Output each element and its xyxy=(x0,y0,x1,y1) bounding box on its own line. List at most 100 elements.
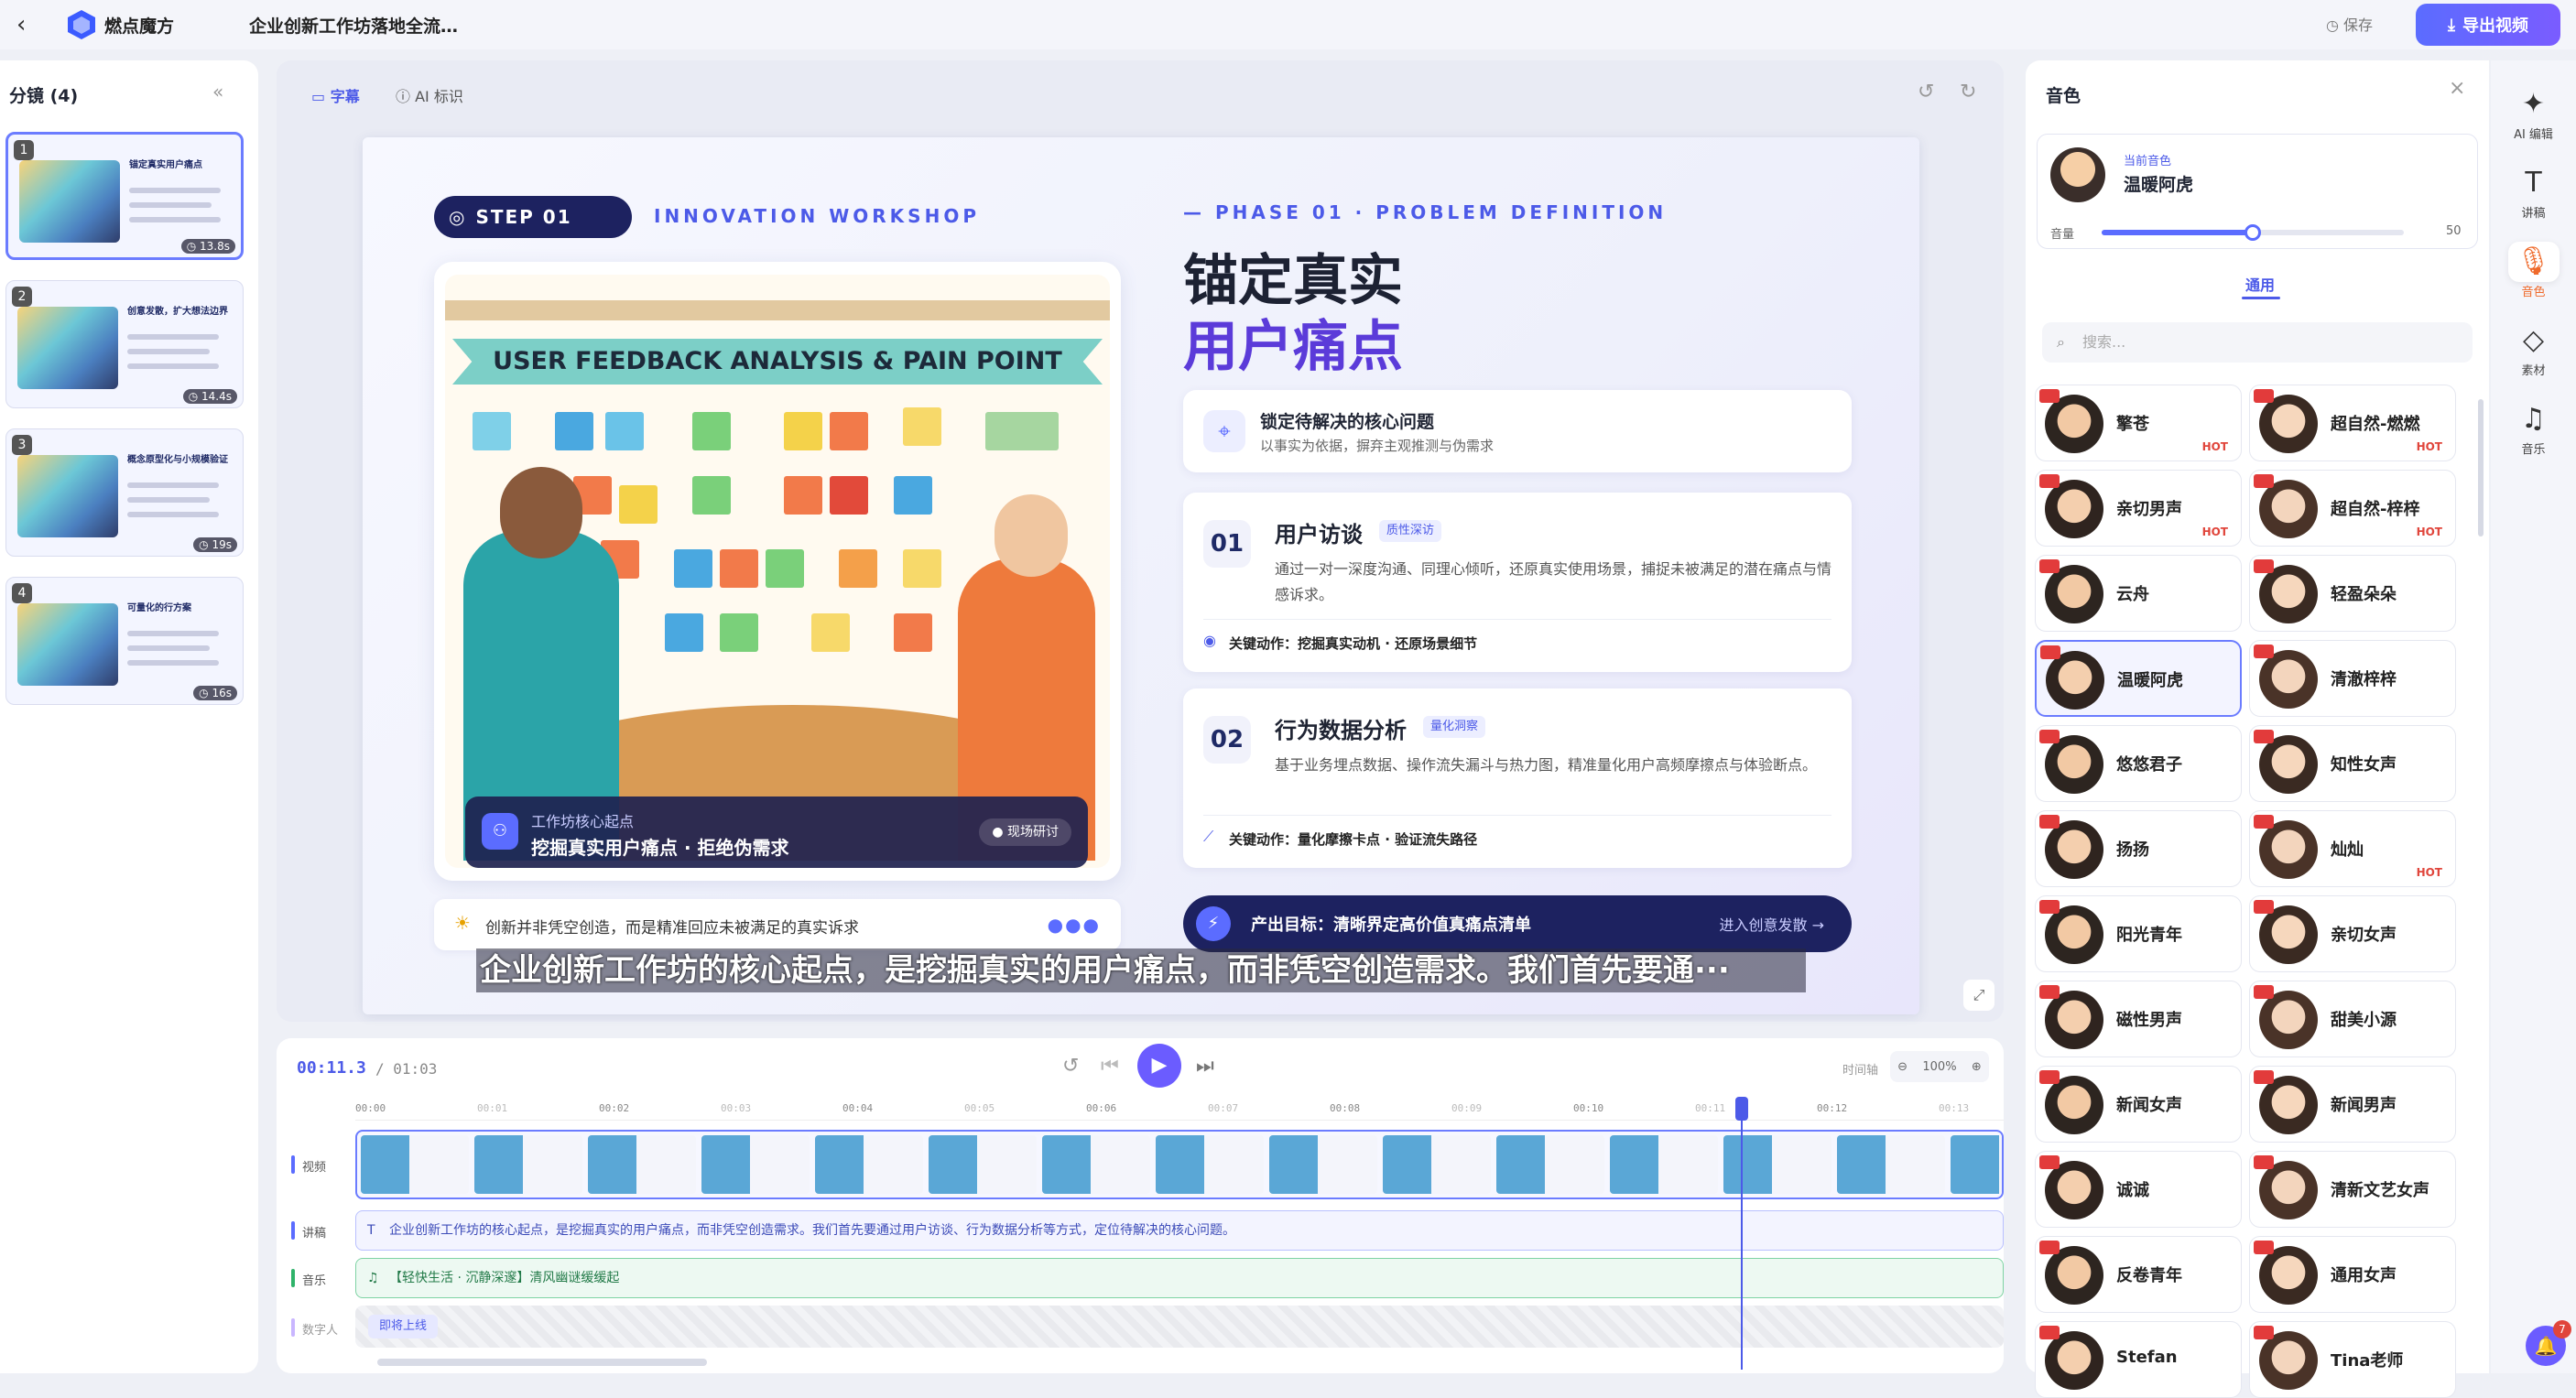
storyboard-slide[interactable]: 锚定真实用户痛点 1 ◷ 13.8s xyxy=(5,132,244,260)
voice-option[interactable]: 诚诚 xyxy=(2035,1151,2242,1228)
vertical-scrollbar[interactable] xyxy=(2478,399,2484,536)
voice-option[interactable]: 亲切女声 xyxy=(2249,895,2456,972)
redo-icon[interactable]: ↻ xyxy=(1960,81,1976,103)
document-title[interactable]: 企业创新工作坊落地全流… xyxy=(249,13,458,38)
subtitle-overlay[interactable]: 企业创新工作坊的核心起点，是挖掘真实的用户痛点，而非凭空创造需求。我们首先要通·… xyxy=(476,948,1806,992)
playhead-handle[interactable] xyxy=(1735,1097,1748,1121)
voice-option[interactable]: 扬扬 xyxy=(2035,810,2242,887)
fullscreen-icon[interactable]: ⤢ xyxy=(1963,980,1994,1011)
illustration-banner: USER FEEDBACK ANALYSIS & PAIN POINT DISC… xyxy=(452,339,1103,385)
method-card-data: 02 行为数据分析 量化洞察 基于业务埋点数据、操作流失漏斗与热力图，精准量化用… xyxy=(1183,688,1852,868)
voice-option[interactable]: 甜美小源 xyxy=(2249,981,2456,1057)
video-track[interactable] xyxy=(355,1130,2004,1199)
voice-option[interactable]: 阳光青年 xyxy=(2035,895,2242,972)
narration-track[interactable]: T 企业创新工作坊的核心起点，是挖掘真实的用户痛点，而非凭空创造需求。我们首先要通… xyxy=(355,1210,2004,1251)
zoom-in-icon[interactable]: ⊕ xyxy=(1972,1060,1982,1074)
voice-name: 亲切男声 xyxy=(2116,500,2182,519)
voice-option[interactable]: 清新文艺女声 xyxy=(2249,1151,2456,1228)
voice-name: 诚诚 xyxy=(2116,1181,2149,1200)
music-track[interactable]: ♫ 【轻快生活 · 沉静深邃】清风幽谜缓缓起 xyxy=(355,1258,2004,1298)
horizontal-scrollbar[interactable] xyxy=(377,1359,707,1366)
time-ruler[interactable]: 00:00 00:01 00:02 00:03 00:04 00:05 00:06 00:07… xyxy=(355,1100,2004,1121)
voice-name: 亲切女声 xyxy=(2331,926,2397,945)
skip-back-icon[interactable]: ⏮ xyxy=(1101,1055,1119,1078)
slide-number: 4 xyxy=(12,583,32,603)
voice-option[interactable]: 超自然-燃燃 HOT xyxy=(2249,385,2456,461)
storyboard-slide[interactable]: 可量化的行方案 4 ◷ 16s xyxy=(5,577,244,705)
voice-option[interactable]: 亲切男声 HOT xyxy=(2035,470,2242,547)
voice-name: 知性女声 xyxy=(2331,755,2397,775)
zoom-control[interactable]: ⊖ 100% ⊕ xyxy=(1890,1051,1989,1082)
zoom-out-icon[interactable]: ⊖ xyxy=(1897,1060,1908,1074)
undo-icon[interactable]: ↺ xyxy=(1918,81,1934,103)
rail-item[interactable]: ♫ 音乐 xyxy=(2491,399,2576,457)
rail-item[interactable]: T 讲稿 xyxy=(2491,163,2576,221)
voice-option[interactable]: 轻盈朵朵 xyxy=(2249,555,2456,632)
rail-item[interactable]: ✦ AI 编辑 xyxy=(2491,84,2576,142)
ai-mark-tab[interactable]: ⓘ AI 标识 xyxy=(396,84,463,106)
caption-icon: ▭ xyxy=(311,88,331,105)
storyboard-slide[interactable]: 概念原型化与小规模验证 3 ◷ 19s xyxy=(5,428,244,557)
slide-thumbnail xyxy=(19,160,120,243)
rail-label: 素材 xyxy=(2521,364,2546,378)
voice-option[interactable]: 灿灿 HOT xyxy=(2249,810,2456,887)
avatar xyxy=(2045,735,2103,794)
next-phase-link[interactable]: 进入创意发散 → xyxy=(1720,913,1825,935)
replay-icon[interactable]: ↺ xyxy=(1062,1055,1079,1078)
playhead[interactable] xyxy=(1741,1099,1743,1370)
voice-option[interactable]: 反卷青年 xyxy=(2035,1236,2242,1313)
rail-item[interactable]: ◇ 素材 xyxy=(2491,320,2576,378)
storyboard-slide[interactable]: 创意发散，扩大想法边界 2 ◷ 14.4s xyxy=(5,280,244,408)
voice-option[interactable]: 温暖阿虎 xyxy=(2035,640,2242,717)
volume-slider-handle[interactable] xyxy=(2244,224,2261,241)
video-frame-thumbnail xyxy=(361,1135,469,1194)
flag-icon xyxy=(2254,730,2274,743)
trend-icon: ⟋ xyxy=(1203,828,1214,845)
voice-option[interactable]: 通用女声 xyxy=(2249,1236,2456,1313)
voice-option[interactable]: 新闻男声 xyxy=(2249,1066,2456,1143)
rail-icon: ◇ xyxy=(2522,324,2545,356)
voice-option[interactable]: 清澈梓梓 xyxy=(2249,640,2456,717)
save-button[interactable]: ◷ 保存 xyxy=(2326,13,2373,35)
slide-canvas[interactable]: ◎ STEP 01 INNOVATION WORKSHOP USER FEEDBA… xyxy=(363,137,1919,1014)
voice-option[interactable]: Stefan xyxy=(2035,1321,2242,1398)
step-badge: ◎ STEP 01 xyxy=(434,196,632,238)
subtitle-tab[interactable]: ▭ 字幕 xyxy=(311,84,360,106)
export-video-button[interactable]: ⤓ 导出视频 xyxy=(2416,4,2560,46)
voice-option[interactable]: 云舟 xyxy=(2035,555,2242,632)
voice-option[interactable]: 悠悠君子 xyxy=(2035,725,2242,802)
avatar xyxy=(2045,480,2103,538)
collapse-icon[interactable]: « xyxy=(212,81,223,103)
close-icon[interactable]: × xyxy=(2449,77,2465,100)
quote-text: 创新并非凭空创造，而是精准回应未被满足的真实诉求 xyxy=(485,919,859,937)
voice-name: 磁性男声 xyxy=(2116,1011,2182,1030)
volume-slider[interactable] xyxy=(2102,224,2404,241)
avatar xyxy=(2259,1161,2318,1219)
voice-option[interactable]: 擎苍 HOT xyxy=(2035,385,2242,461)
card-tag: 量化洞察 xyxy=(1423,716,1486,738)
hot-badge: HOT xyxy=(2416,526,2442,538)
rail-item[interactable]: 🎙 音色 xyxy=(2491,242,2576,299)
voice-option[interactable]: 新闻女声 xyxy=(2035,1066,2242,1143)
time-tick: 00:04 xyxy=(842,1102,874,1114)
play-button[interactable]: ▶ xyxy=(1137,1044,1181,1088)
video-frame-thumbnail xyxy=(1269,1135,1377,1194)
search-input[interactable]: ⌕ 搜索... xyxy=(2042,322,2473,363)
avatar xyxy=(2259,1076,2318,1134)
back-icon[interactable]: ‹ xyxy=(16,11,26,38)
voice-option[interactable]: 知性女声 xyxy=(2249,725,2456,802)
search-placeholder: 搜索... xyxy=(2082,333,2126,351)
coming-soon-badge: 即将上线 xyxy=(368,1315,439,1338)
tab-general[interactable]: 通用 xyxy=(2245,273,2275,295)
subtitle-tab-label: 字幕 xyxy=(330,88,360,105)
voice-option[interactable]: Tina老师 xyxy=(2249,1321,2456,1398)
voice-option[interactable]: 超自然-梓梓 HOT xyxy=(2249,470,2456,547)
zoom-value: 100% xyxy=(1922,1059,1957,1074)
video-frame-thumbnail xyxy=(1042,1135,1150,1194)
slide-title: 创意发散，扩大想法边界 xyxy=(127,307,228,317)
voice-name: 超自然-梓梓 xyxy=(2331,500,2420,519)
flag-icon xyxy=(2039,474,2060,488)
flag-icon xyxy=(2039,1070,2060,1084)
voice-option[interactable]: 磁性男声 xyxy=(2035,981,2242,1057)
skip-forward-icon[interactable]: ⏭ xyxy=(1196,1055,1214,1078)
